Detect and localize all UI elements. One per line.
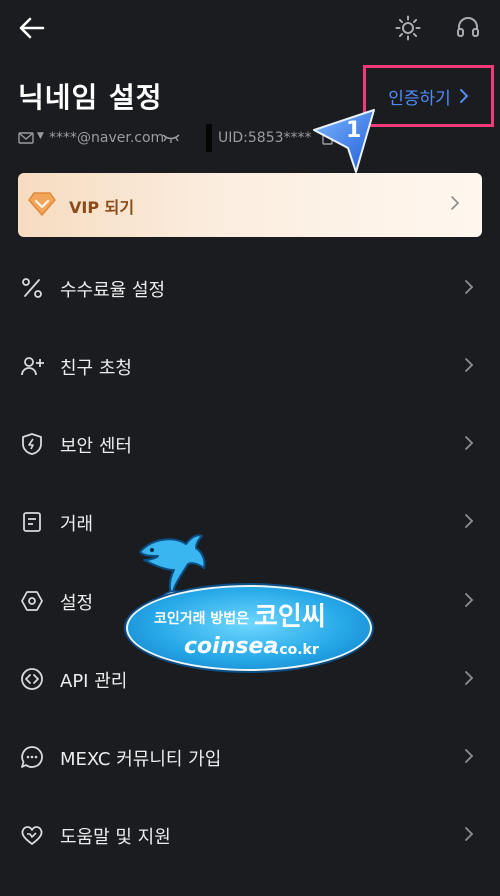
menu-item-help-support[interactable]: 도움말 및 지원 bbox=[0, 804, 500, 866]
callout-number: 1 bbox=[346, 118, 362, 143]
verify-label: 인증하기 bbox=[388, 88, 451, 109]
menu-label: 설정 bbox=[60, 593, 94, 614]
menu-label: MEXC 커뮤니티 가입 bbox=[60, 749, 222, 770]
watermark-tagline: 코인거래 방법은 bbox=[154, 611, 250, 627]
document-icon bbox=[20, 510, 44, 534]
chevron-right-icon bbox=[465, 514, 474, 528]
sun-icon bbox=[395, 15, 421, 41]
hexagon-settings-icon bbox=[20, 589, 44, 613]
eye-closed-icon[interactable] bbox=[161, 132, 181, 144]
chevron-right-icon bbox=[465, 280, 474, 294]
chevron-right-icon bbox=[459, 89, 469, 103]
back-button[interactable] bbox=[16, 12, 48, 44]
shield-icon bbox=[20, 432, 44, 456]
diamond-icon bbox=[28, 192, 56, 216]
page-title[interactable]: 닉네임 설정 bbox=[18, 76, 163, 116]
percent-icon bbox=[20, 276, 44, 300]
top-bar bbox=[0, 0, 500, 56]
menu-item-fee-settings[interactable]: 수수료율 설정 bbox=[0, 257, 500, 319]
arrow-left-icon bbox=[19, 17, 45, 39]
menu-item-security-center[interactable]: 보안 센터 bbox=[0, 413, 500, 475]
chevron-right-icon bbox=[451, 196, 460, 210]
watermark-brand: 코인씨 bbox=[254, 602, 326, 632]
account-info-row: ▼ ****@naver.com UID:5853**** bbox=[18, 124, 478, 152]
menu-label: 수수료율 설정 bbox=[60, 280, 166, 301]
add-user-icon bbox=[20, 354, 44, 378]
code-icon bbox=[20, 667, 44, 691]
verify-button[interactable]: 인증하기 bbox=[363, 65, 494, 127]
vip-label: VIP 되기 bbox=[69, 198, 135, 217]
headset-icon bbox=[457, 17, 479, 37]
menu-item-invite-friends[interactable]: 친구 초청 bbox=[0, 335, 500, 397]
chevron-right-icon bbox=[465, 593, 474, 607]
watermark-domain: .co.kr bbox=[274, 642, 319, 658]
chevron-right-icon bbox=[465, 827, 474, 841]
heart-support-icon bbox=[20, 823, 44, 847]
chevron-right-icon bbox=[465, 436, 474, 450]
watermark-logo: 코인거래 방법은 코인씨 coinsea .co.kr bbox=[126, 530, 374, 672]
theme-toggle-button[interactable] bbox=[393, 12, 423, 44]
watermark-site: coinsea bbox=[184, 634, 279, 659]
menu-label: 친구 초청 bbox=[60, 358, 132, 379]
chevron-right-icon bbox=[465, 358, 474, 372]
menu-label: 거래 bbox=[60, 514, 94, 535]
caret-down-icon[interactable]: ▼ bbox=[37, 131, 44, 141]
email-text: ****@naver.com bbox=[49, 130, 165, 146]
menu-item-community[interactable]: MEXC 커뮤니티 가입 bbox=[0, 726, 500, 788]
redaction-bar bbox=[206, 124, 212, 152]
menu-label: API 관리 bbox=[60, 671, 128, 692]
vip-card[interactable]: VIP 되기 bbox=[18, 173, 482, 237]
support-button[interactable] bbox=[453, 12, 483, 44]
menu-label: 도움말 및 지원 bbox=[60, 827, 171, 848]
mail-icon bbox=[18, 132, 34, 144]
uid-text: UID:5853**** bbox=[218, 130, 312, 146]
menu-label: 보안 센터 bbox=[60, 436, 132, 457]
chat-icon bbox=[20, 745, 44, 769]
chevron-right-icon bbox=[465, 749, 474, 763]
chevron-right-icon bbox=[465, 671, 474, 685]
